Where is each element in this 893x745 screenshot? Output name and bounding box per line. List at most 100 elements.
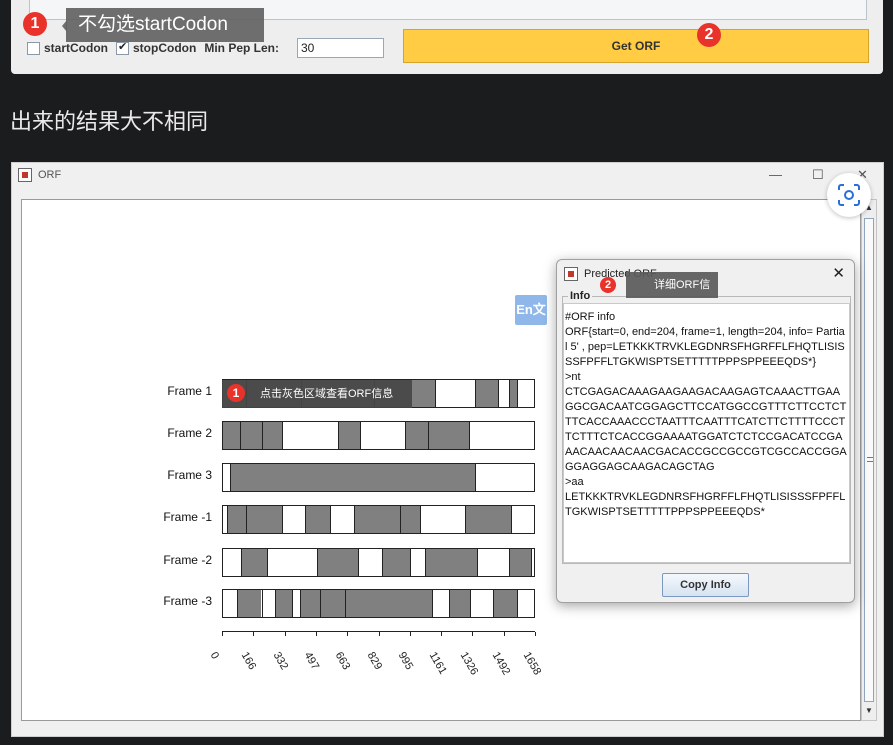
- annotation-callout-click-gray: 点击灰色区域查看ORF信息: [222, 380, 412, 408]
- x-axis-tick: [504, 632, 505, 636]
- segment-divider: [517, 590, 518, 617]
- orf-segment[interactable]: [305, 506, 330, 533]
- segment-divider: [477, 549, 478, 576]
- annotation-callout-detail: 详细ORF信息: [626, 272, 718, 317]
- orf-segment[interactable]: [475, 380, 498, 407]
- segment-divider: [317, 549, 318, 576]
- orf-segment[interactable]: [237, 590, 261, 617]
- segment-divider: [282, 506, 283, 533]
- start-codon-checkbox[interactable]: [27, 41, 40, 55]
- x-axis-tick: [222, 632, 223, 636]
- orf-segment[interactable]: [449, 590, 470, 617]
- orf-segment[interactable]: [317, 549, 358, 576]
- frame-label: Frame 3: [167, 468, 212, 482]
- orf-segment[interactable]: [227, 506, 282, 533]
- stop-codon-label: stopCodon: [133, 41, 197, 55]
- segment-divider: [435, 380, 436, 407]
- segment-divider: [475, 464, 476, 491]
- x-axis-tick: [253, 632, 254, 636]
- orf-segment[interactable]: [338, 422, 360, 449]
- orf-segment[interactable]: [354, 506, 420, 533]
- orf-segment[interactable]: [509, 549, 532, 576]
- copy-info-button[interactable]: Copy Info: [662, 573, 749, 597]
- segment-divider: [517, 380, 518, 407]
- segment-divider: [300, 590, 301, 617]
- segment-divider: [330, 506, 331, 533]
- segment-divider: [531, 549, 532, 576]
- orf-info-textarea[interactable]: #ORF info ORF{start=0, end=204, frame=1,…: [563, 303, 850, 563]
- segment-divider: [400, 506, 401, 533]
- x-axis-tick: [347, 632, 348, 636]
- segment-divider: [338, 422, 339, 449]
- segment-divider: [275, 590, 276, 617]
- get-orf-button[interactable]: Get ORF: [403, 29, 869, 63]
- x-axis-tick: [379, 632, 380, 636]
- segment-divider: [320, 590, 321, 617]
- segment-divider: [449, 590, 450, 617]
- frame-track: [222, 589, 535, 618]
- orf-segment[interactable]: [223, 422, 282, 449]
- annotation-callout-start-codon: 不勾选startCodon: [62, 8, 264, 42]
- frame-label: Frame -3: [163, 594, 212, 608]
- segment-divider: [241, 549, 242, 576]
- minimize-button[interactable]: —: [769, 167, 782, 182]
- section-heading: 出来的结果大不相同: [10, 110, 209, 135]
- stop-codon-checkbox[interactable]: [116, 40, 129, 55]
- scroll-thumb[interactable]: [864, 218, 874, 702]
- annotation-badge-1: 1: [23, 12, 47, 36]
- scroll-down-icon[interactable]: ▼: [865, 706, 873, 715]
- segment-divider: [509, 549, 510, 576]
- segment-divider: [428, 422, 429, 449]
- segment-divider: [498, 380, 499, 407]
- segment-divider: [282, 422, 283, 449]
- vertical-scrollbar[interactable]: ▲ ▼: [861, 199, 877, 721]
- orf-segment[interactable]: [230, 464, 475, 491]
- segment-divider: [470, 590, 471, 617]
- segment-divider: [262, 422, 263, 449]
- segment-divider: [240, 422, 241, 449]
- maximize-button[interactable]: ☐: [812, 167, 824, 183]
- segment-divider: [237, 590, 238, 617]
- frame-label: Frame 1: [167, 384, 212, 398]
- screenshot-scan-button[interactable]: [827, 173, 871, 217]
- segment-divider: [358, 549, 359, 576]
- orf-segment[interactable]: [382, 549, 410, 576]
- segment-divider: [382, 549, 383, 576]
- orf-segment[interactable]: [493, 590, 517, 617]
- orf-segment[interactable]: [509, 380, 517, 407]
- scan-icon: [838, 184, 860, 206]
- segment-divider: [475, 380, 476, 407]
- orf-window-title: ORF: [38, 169, 62, 181]
- orf-segment[interactable]: [425, 549, 477, 576]
- orf-window-title-bar: ORF — ☐ ✕: [12, 163, 883, 189]
- scroll-grip-icon: [867, 457, 873, 462]
- segment-divider: [246, 506, 247, 533]
- java-app-icon: [18, 168, 32, 182]
- x-axis-tick: [441, 632, 442, 636]
- segment-divider: [227, 506, 228, 533]
- orf-segment[interactable]: [275, 590, 293, 617]
- segment-divider: [305, 506, 306, 533]
- segment-divider: [410, 549, 411, 576]
- segment-divider: [354, 506, 355, 533]
- translate-icon[interactable]: En文: [515, 295, 547, 325]
- dialog-close-button[interactable]: ✕: [832, 264, 845, 282]
- x-axis-tick: [316, 632, 317, 636]
- segment-divider: [262, 590, 263, 617]
- segment-divider: [230, 464, 231, 491]
- segment-divider: [432, 590, 433, 617]
- segment-divider: [345, 590, 346, 617]
- orf-segment[interactable]: [241, 549, 267, 576]
- segment-divider: [360, 422, 361, 449]
- predicted-orf-dialog: Predicted ORF ✕ Info #ORF info ORF{start…: [556, 259, 855, 603]
- orf-segment[interactable]: [405, 422, 469, 449]
- min-pep-len-input[interactable]: 30: [297, 38, 384, 58]
- frame-label: Frame 2: [167, 426, 212, 440]
- orf-segment[interactable]: [465, 506, 511, 533]
- info-group-label: Info: [568, 290, 593, 302]
- segment-divider: [405, 422, 406, 449]
- start-codon-label: startCodon: [44, 41, 108, 55]
- frame-track: [222, 505, 535, 534]
- segment-divider: [267, 549, 268, 576]
- frame-track: [222, 421, 535, 450]
